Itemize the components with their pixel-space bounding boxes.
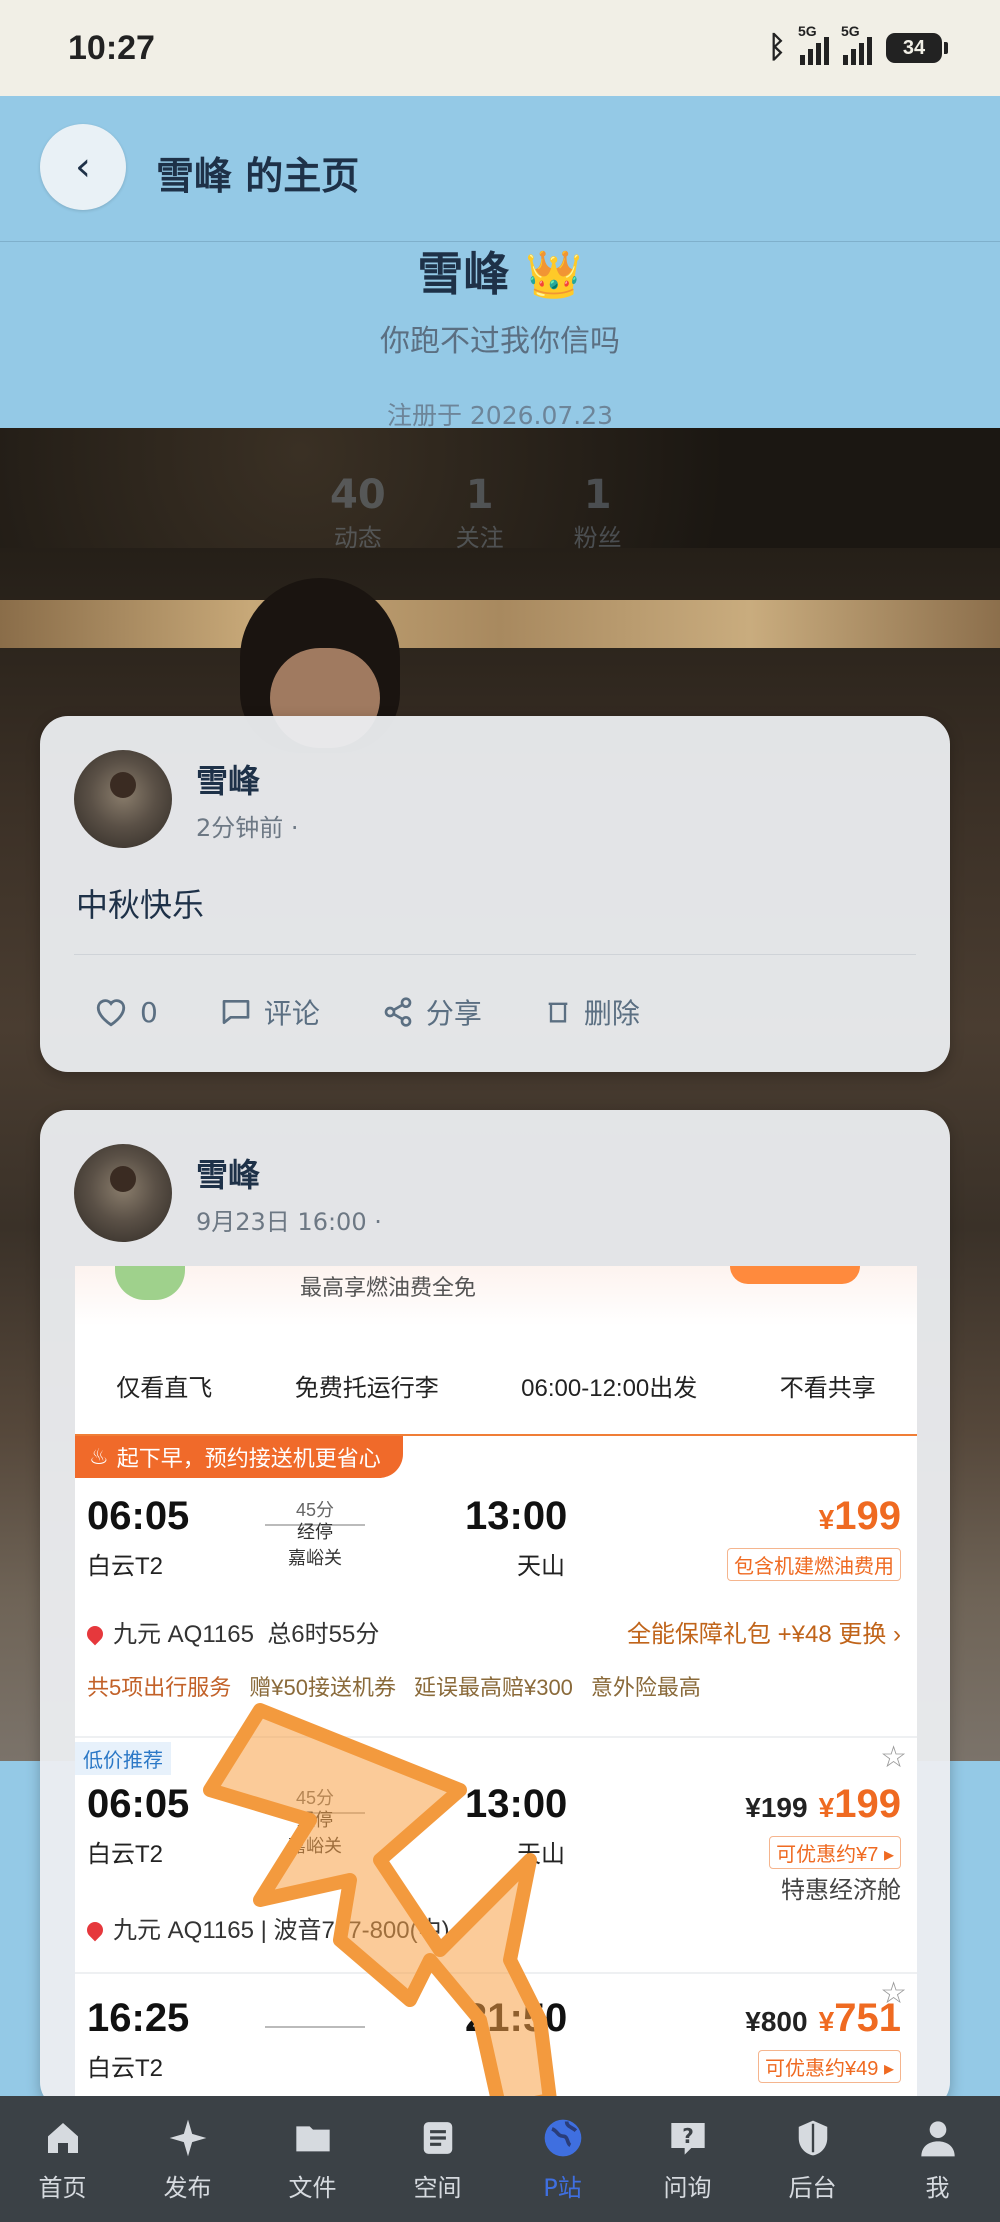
comment-icon (222, 1000, 250, 1024)
post-author[interactable]: 雪峰 (196, 1150, 260, 1196)
page-title: 雪峰 的主页 (156, 154, 360, 198)
status-icons: ᛒ 5G 5G 34 (768, 23, 948, 65)
location-pin-icon (83, 1622, 107, 1646)
status-bar: 10:27 ᛒ 5G 5G 34 (0, 0, 1000, 96)
filter-time[interactable]: 06:00-12:00出发 (521, 1368, 697, 1403)
promo-banner: 最高享燃油费全免 (75, 1266, 917, 1326)
heart-icon (96, 999, 126, 1027)
globe-icon (544, 2119, 581, 2156)
tab-publish[interactable]: 发布 (133, 2116, 243, 2203)
stat-posts[interactable]: 40 动态 (330, 472, 386, 553)
battery-level: 34 (902, 36, 926, 59)
battery-icon: 34 (886, 33, 948, 63)
post-actions: 0 评论 分享 删除 (94, 992, 702, 1032)
delete-button[interactable]: 删除 (544, 992, 640, 1032)
person-icon (920, 2120, 955, 2156)
crown-icon: 👑 (525, 247, 583, 301)
bluetooth-icon: ᛒ (768, 31, 786, 64)
signal-icon: 5G (798, 23, 829, 65)
flight-row[interactable]: 06:05 白云T2 45分 经停 嘉峪关 13:00 天山 ¥199 包含机建… (75, 1494, 917, 1724)
registered-date: 注册于 2026.07.23 (386, 401, 614, 430)
like-count: 0 (140, 995, 158, 1029)
filter-baggage[interactable]: 免费托运行李 (295, 1368, 439, 1403)
filter-direct[interactable]: 仅看直飞 (116, 1368, 212, 1403)
folder-icon (295, 2125, 330, 2151)
divider (74, 954, 916, 955)
flight-row[interactable]: 06:05 白云T2 45分 经停 嘉峪关 13:00 天山 ¥199 ¥199… (75, 1782, 917, 1962)
share-icon (384, 997, 412, 1027)
back-button[interactable]: ‹ (40, 124, 126, 210)
tab-p-station[interactable]: P站 (508, 2116, 618, 2203)
flight-row[interactable]: 16:25 白云T2 21:50 ¥800 ¥751 可优惠约¥49 ▸ (75, 1996, 917, 2096)
fire-icon: ♨ (89, 1444, 109, 1469)
tab-home[interactable]: 首页 (8, 2116, 118, 2203)
share-button[interactable]: 分享 (382, 992, 482, 1032)
question-bubble-icon: ? (670, 2122, 705, 2155)
comment-button[interactable]: 评论 (220, 992, 320, 1032)
bottom-tab-bar: 首页 发布 文件 空间 P站 ? 问询 后台 我 (0, 2096, 1000, 2222)
chevron-left-icon: ‹ (75, 144, 91, 190)
shield-icon (798, 2120, 827, 2155)
stat-followers[interactable]: 1 粉丝 (574, 472, 622, 553)
star-icon[interactable]: ☆ (880, 1740, 907, 1775)
post-content: 中秋快乐 (76, 886, 205, 924)
home-icon (47, 2122, 78, 2153)
low-price-tag: 低价推荐 (75, 1742, 171, 1775)
post-image[interactable]: 最高享燃油费全免 仅看直飞 免费托运行李 06:00-12:00出发 不看共享 … (75, 1266, 917, 2096)
signal-icon: 5G (841, 23, 872, 65)
page-header (0, 96, 1000, 242)
profile-name: 雪峰 👑 (417, 247, 583, 301)
trash-icon (548, 1002, 568, 1023)
document-icon (423, 2121, 452, 2154)
stat-following[interactable]: 1 关注 (456, 472, 504, 553)
location-pin-icon (83, 1918, 107, 1942)
decoration-icon (115, 1266, 185, 1300)
like-button[interactable]: 0 (94, 996, 158, 1029)
filter-noshare[interactable]: 不看共享 (780, 1368, 876, 1403)
svg-text:?: ? (682, 2124, 694, 2148)
tab-space[interactable]: 空间 (383, 2116, 493, 2203)
post-time: 2分钟前 · (196, 814, 299, 842)
avatar[interactable] (74, 1144, 172, 1242)
profile-stats: 40 动态 1 关注 1 粉丝 (330, 472, 622, 553)
guard-package-link[interactable]: 全能保障礼包 +¥48 更换 › (627, 1614, 901, 1649)
post-time: 9月23日 16:00 · (196, 1208, 382, 1236)
promo-tag: ♨ 起下早，预约接送机更省心 (75, 1436, 403, 1478)
tab-inquiry[interactable]: ? 问询 (633, 2116, 743, 2203)
avatar[interactable] (74, 750, 172, 848)
sparkle-icon (169, 2119, 206, 2156)
tab-admin[interactable]: 后台 (758, 2116, 868, 2203)
filter-bar: 仅看直飞 免费托运行李 06:00-12:00出发 不看共享 (75, 1336, 917, 1436)
post-author[interactable]: 雪峰 (196, 756, 260, 802)
tab-me[interactable]: 我 (883, 2116, 993, 2203)
status-time: 10:27 (68, 28, 155, 67)
tab-files[interactable]: 文件 (258, 2116, 368, 2203)
profile-signature: 你跑不过我你信吗 (380, 324, 620, 359)
post-card: 雪峰 2分钟前 · 中秋快乐 0 评论 分享 删除 (40, 716, 950, 1072)
